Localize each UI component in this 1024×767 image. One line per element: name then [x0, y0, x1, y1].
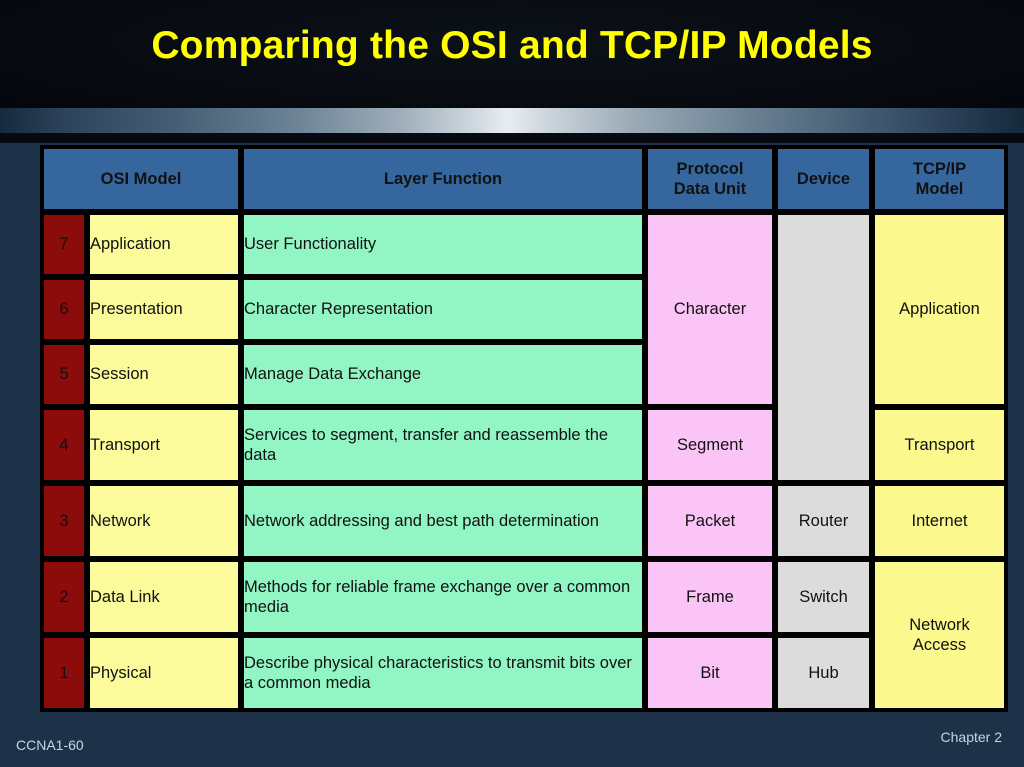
footer-chapter: Chapter 2: [940, 729, 1002, 745]
osi-tcpip-comparison-table-wrapper: OSI Model Layer Function Protocol Data U…: [40, 145, 1009, 712]
header-tcpip-line2: Model: [915, 180, 964, 198]
table-row: 7 Application User Functionality Charact…: [42, 213, 1007, 482]
header-pdu-line1: Protocol: [676, 159, 744, 178]
tcpip-internet: Internet: [873, 484, 1007, 558]
layer-number-4: 4: [42, 408, 86, 482]
layer-name-presentation: Presentation: [88, 278, 241, 341]
title-underband: [0, 133, 1024, 143]
layer-function-7: User Functionality: [242, 213, 645, 276]
layer-function-4: Services to segment, transfer and reasse…: [242, 408, 645, 482]
header-pdu-line2: Data Unit: [673, 180, 747, 198]
layer-name-network: Network: [88, 484, 241, 558]
layer-name-application: Application: [88, 213, 241, 276]
tcpip-transport: Transport: [873, 408, 1007, 482]
layer-function-3: Network addressing and best path determi…: [242, 484, 645, 558]
pdu-character: Character: [646, 213, 775, 406]
tcpip-network-access-line2: Access: [912, 636, 967, 654]
layer-function-6: Character Representation: [242, 278, 645, 341]
tcpip-application: Application: [873, 213, 1007, 406]
device-switch: Switch: [776, 560, 872, 634]
layer-number-3: 3: [42, 484, 86, 558]
layer-name-transport: Transport: [88, 408, 241, 482]
layer-function-1: Describe physical characteristics to tra…: [242, 636, 645, 710]
title-banner: Comparing the OSI and TCP/IP Models: [0, 0, 1024, 108]
header-tcpip-line1: TCP/IP: [912, 159, 967, 178]
footer-course-code: CCNA1-60: [16, 737, 84, 753]
layer-number-7: 7: [42, 213, 86, 276]
device-blank-upper: [776, 213, 872, 482]
pdu-packet: Packet: [646, 484, 775, 558]
layer-number-5: 5: [42, 343, 86, 406]
layer-function-5: Manage Data Exchange: [242, 343, 645, 406]
header-device: Device: [776, 147, 872, 211]
header-layer-function: Layer Function: [242, 147, 645, 211]
layer-number-6: 6: [42, 278, 86, 341]
header-osi-model: OSI Model: [42, 147, 241, 211]
slide: Comparing the OSI and TCP/IP Models OSI …: [0, 0, 1024, 767]
layer-name-physical: Physical: [88, 636, 241, 710]
table-header-row: OSI Model Layer Function Protocol Data U…: [42, 147, 1007, 211]
pdu-segment: Segment: [646, 408, 775, 482]
layer-number-2: 2: [42, 560, 86, 634]
header-tcpip-model: TCP/IP Model: [873, 147, 1007, 211]
tcpip-network-access: Network Access: [873, 560, 1007, 710]
layer-name-session: Session: [88, 343, 241, 406]
page-title: Comparing the OSI and TCP/IP Models: [151, 24, 873, 67]
tcpip-network-access-line1: Network: [909, 615, 970, 634]
layer-number-1: 1: [42, 636, 86, 710]
pdu-frame: Frame: [646, 560, 775, 634]
layer-function-2: Methods for reliable frame exchange over…: [242, 560, 645, 634]
device-hub: Hub: [776, 636, 872, 710]
pdu-bit: Bit: [646, 636, 775, 710]
layer-name-data-link: Data Link: [88, 560, 241, 634]
device-router: Router: [776, 484, 872, 558]
table-row: 2 Data Link Methods for reliable frame e…: [42, 560, 1007, 710]
decorative-divider-bar: [0, 108, 1024, 133]
osi-tcpip-comparison-table: OSI Model Layer Function Protocol Data U…: [40, 145, 1009, 712]
header-protocol-data-unit: Protocol Data Unit: [646, 147, 775, 211]
table-row: 3 Network Network addressing and best pa…: [42, 484, 1007, 558]
table-row: 1 Physical Describe physical characteris…: [42, 636, 1006, 710]
